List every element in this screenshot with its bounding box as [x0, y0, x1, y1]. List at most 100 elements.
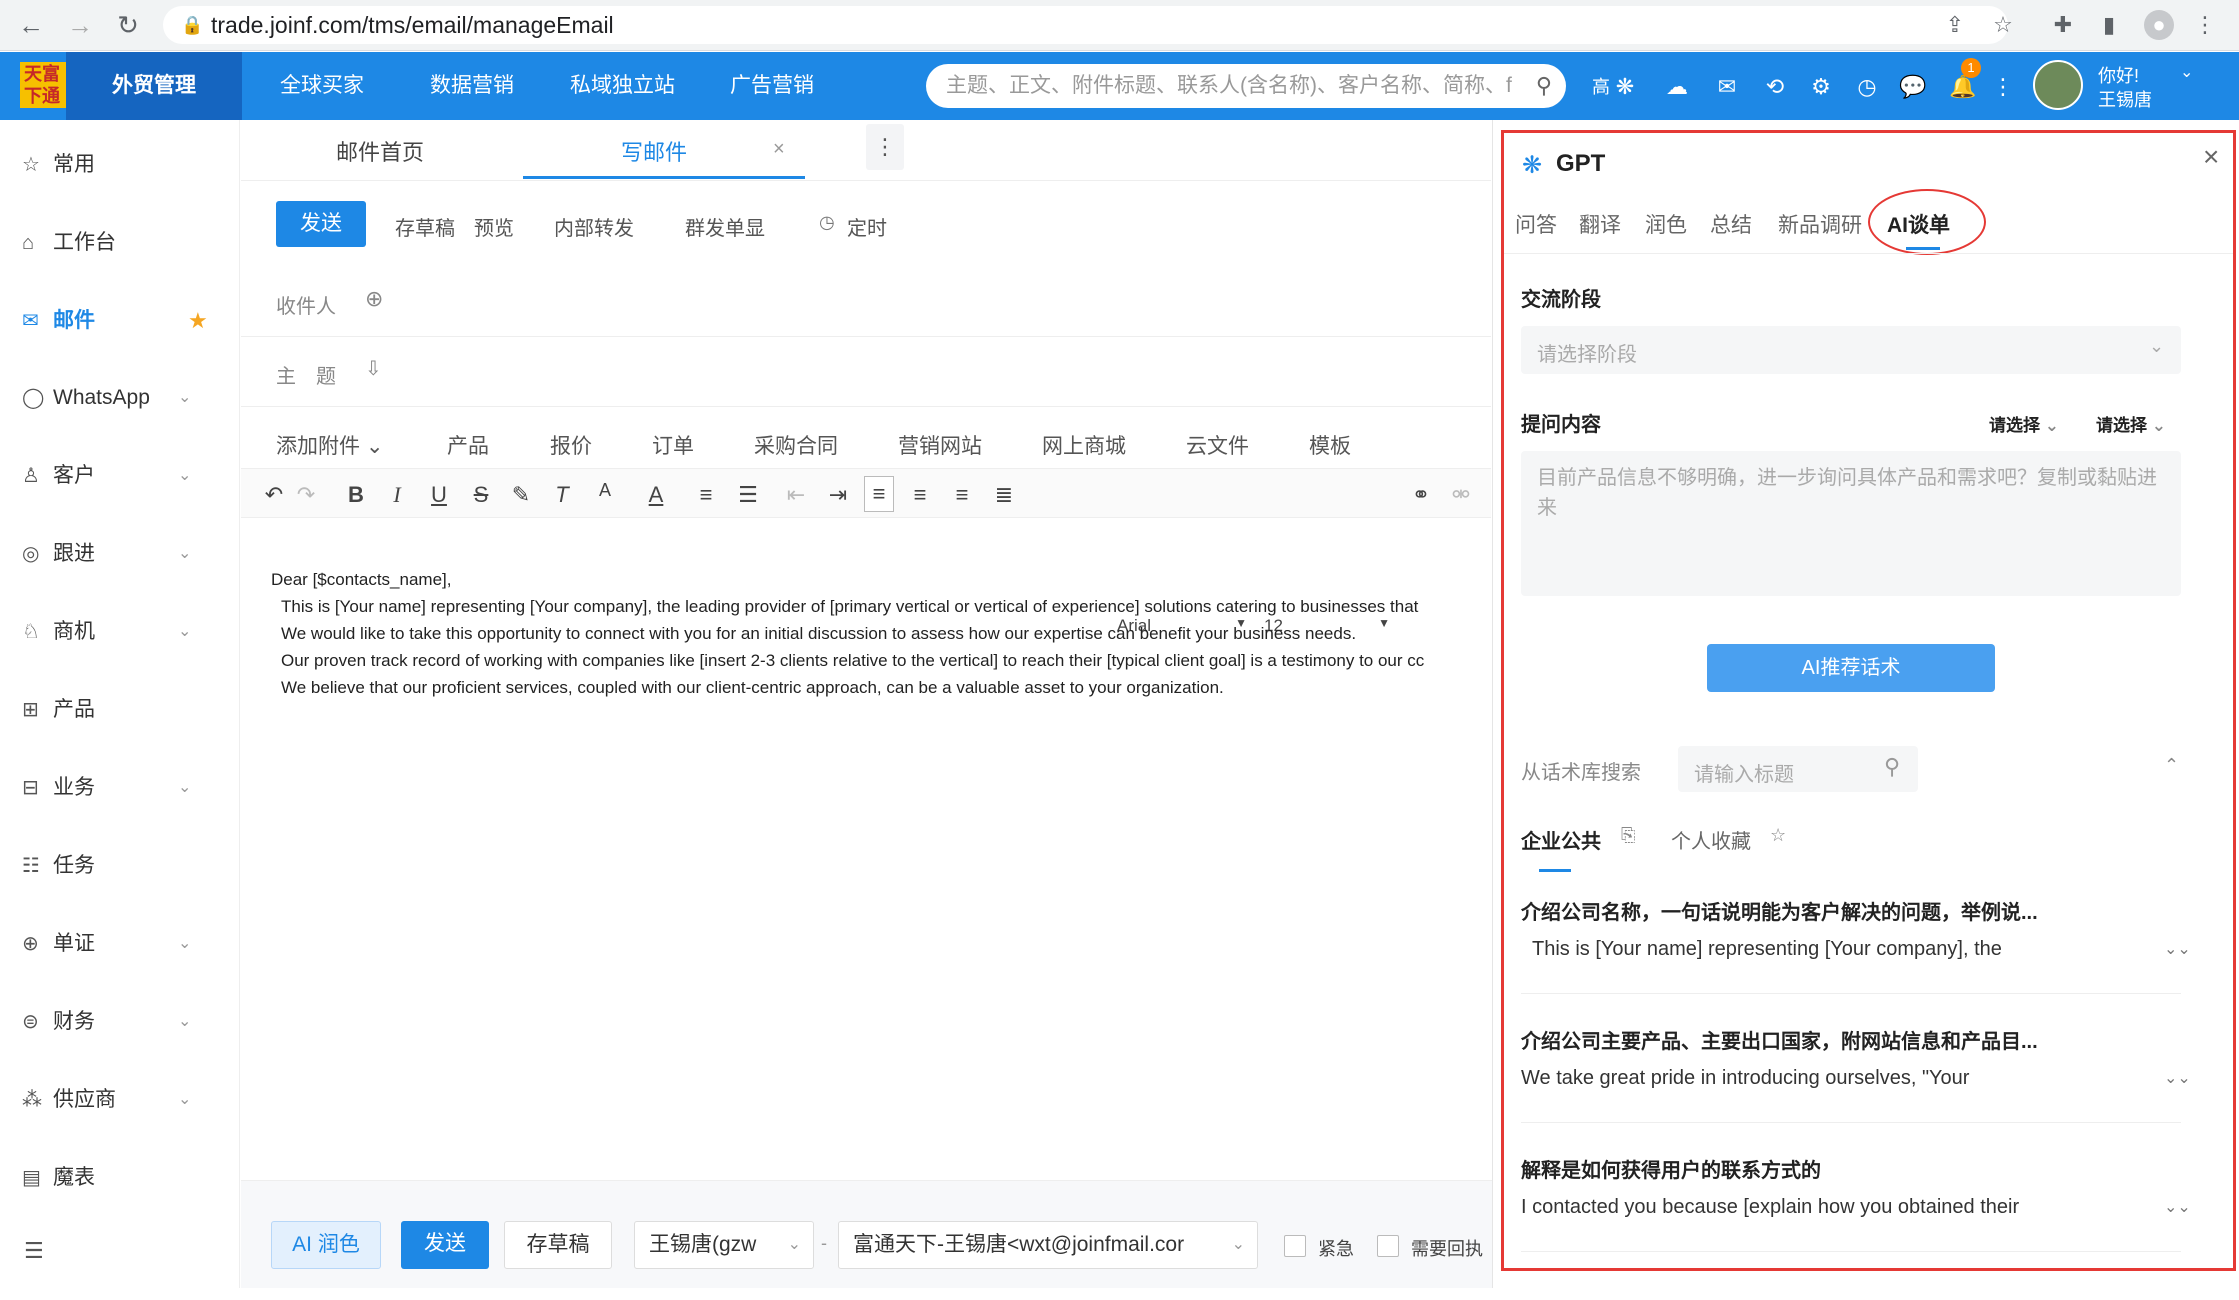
- menu-icon[interactable]: ⋮: [2190, 10, 2220, 40]
- sidebar-item-opportunity[interactable]: ♘ 商机 ⌄: [0, 612, 240, 652]
- lib-tab-personal[interactable]: 个人收藏: [1671, 825, 1751, 854]
- chevron-up-icon[interactable]: ⌃: [2164, 755, 2179, 776]
- question-textarea[interactable]: 目前产品信息不够明确，进一步询问具体产品和需求吧？复制或黏贴进来: [1521, 451, 2181, 596]
- more-icon[interactable]: ⋮: [1988, 72, 2018, 102]
- sidebar-item-finance[interactable]: ⊜ 财务 ⌄: [0, 1002, 240, 1042]
- nav-item-data-marketing[interactable]: 数据营销: [430, 52, 514, 120]
- sidebar-item-task[interactable]: ☷ 任务: [0, 846, 240, 886]
- attach-quote[interactable]: 报价: [550, 430, 592, 460]
- tab-qa[interactable]: 问答: [1515, 209, 1557, 239]
- align-center-icon[interactable]: ≡: [905, 482, 935, 508]
- redo-icon[interactable]: ↷: [291, 482, 321, 508]
- cloud-icon[interactable]: ☁: [1662, 72, 1692, 102]
- library-search-input[interactable]: 请输入标题 ⚲: [1678, 746, 1918, 792]
- attach-purchase-contract[interactable]: 采购合同: [754, 430, 838, 460]
- openai-icon[interactable]: ❋: [1610, 72, 1640, 102]
- send-button[interactable]: 发送: [401, 1221, 489, 1269]
- expand-icon[interactable]: ⌄⌄: [2164, 1068, 2191, 1088]
- sidebar-item-magic-table[interactable]: ▤ 魔表: [0, 1158, 240, 1198]
- ai-label[interactable]: 高: [1590, 72, 1612, 102]
- extensions-icon[interactable]: ✚: [2048, 10, 2078, 40]
- tab-translate[interactable]: 翻译: [1579, 209, 1621, 239]
- sidebar-item-supplier[interactable]: ⁂ 供应商 ⌄: [0, 1080, 240, 1120]
- nav-brand[interactable]: 外贸管理: [66, 52, 242, 120]
- bullet-list-icon[interactable]: ☰: [733, 482, 763, 508]
- clock-icon[interactable]: ◷: [1852, 72, 1882, 102]
- bulk-send-button[interactable]: 群发单显: [685, 212, 765, 241]
- bold-icon[interactable]: B: [341, 482, 371, 508]
- add-recipient-icon[interactable]: ⊕: [365, 286, 383, 312]
- attach-order[interactable]: 订单: [652, 430, 694, 460]
- schedule-button[interactable]: 定时: [847, 212, 887, 241]
- justify-icon[interactable]: ≣: [989, 482, 1019, 508]
- receipt-checkbox[interactable]: [1377, 1235, 1399, 1257]
- tab-polish[interactable]: 润色: [1645, 209, 1687, 239]
- refresh-icon[interactable]: ⟲: [1760, 72, 1790, 102]
- sender-select[interactable]: 王锡唐(gzw ⌄: [634, 1221, 814, 1269]
- preview-button[interactable]: 预览: [474, 212, 514, 241]
- tool-icon[interactable]: ⚙: [1806, 72, 1836, 102]
- forward-icon[interactable]: →: [65, 10, 95, 40]
- add-attachment-button[interactable]: 添加附件 ⌄: [276, 430, 383, 460]
- tab-mail-home[interactable]: 邮件首页: [336, 135, 424, 167]
- tab-new-product-research[interactable]: 新品调研: [1778, 209, 1867, 239]
- chat-icon[interactable]: 💬: [1898, 72, 1928, 102]
- send-button[interactable]: 发送: [276, 201, 366, 247]
- expand-icon[interactable]: ⌄⌄: [2164, 1197, 2191, 1217]
- sidebar-item-product[interactable]: ⊞ 产品: [0, 690, 240, 730]
- nav-item-private-site[interactable]: 私域独立站: [570, 52, 675, 120]
- close-icon[interactable]: ×: [2203, 141, 2219, 173]
- global-search-input[interactable]: 主题、正文、附件标题、联系人(含名称)、客户名称、简称、f ⚲: [926, 64, 1566, 108]
- sidebar-item-mail[interactable]: ✉ 邮件 ★: [0, 301, 240, 341]
- internal-forward-button[interactable]: 内部转发: [554, 212, 634, 241]
- question-subtype-select[interactable]: 请选择 ⌄: [2096, 411, 2166, 436]
- from-address-select[interactable]: 富通天下-王锡唐<wxt@joinfmail.cor ⌄: [838, 1221, 1258, 1269]
- tab-summary[interactable]: 总结: [1710, 209, 1752, 239]
- italic-icon[interactable]: I: [382, 482, 412, 508]
- user-name[interactable]: 王锡唐: [2098, 86, 2152, 112]
- indent-icon[interactable]: ⇥: [823, 482, 853, 508]
- lib-tab-public[interactable]: 企业公共: [1521, 825, 1601, 854]
- strikethrough-icon[interactable]: S: [466, 482, 496, 508]
- attach-marketing-site[interactable]: 营销网站: [898, 430, 982, 460]
- search-icon[interactable]: ⚲: [1536, 64, 1552, 108]
- attach-online-store[interactable]: 网上商城: [1042, 430, 1126, 460]
- outdent-icon[interactable]: ⇤: [781, 482, 811, 508]
- search-icon[interactable]: ⚲: [1884, 754, 1900, 780]
- sidebar-item-customer[interactable]: ♙ 客户 ⌄: [0, 456, 240, 496]
- sidebar-item-followup[interactable]: ◎ 跟进 ⌄: [0, 534, 240, 574]
- profile-icon[interactable]: ●: [2144, 10, 2174, 40]
- tab-compose[interactable]: 写邮件: [621, 135, 687, 167]
- nav-item-global-buyers[interactable]: 全球买家: [280, 52, 364, 120]
- underline-icon[interactable]: U: [424, 482, 454, 508]
- address-bar[interactable]: 🔒 trade.joinf.com/tms/email/manageEmail: [163, 6, 2008, 44]
- ordered-list-icon[interactable]: ≡: [691, 482, 721, 508]
- align-left-icon[interactable]: ≡: [864, 476, 894, 512]
- back-icon[interactable]: ←: [16, 10, 46, 40]
- avatar[interactable]: [2033, 60, 2083, 110]
- unlink-icon[interactable]: ⚮: [1446, 482, 1476, 508]
- align-right-icon[interactable]: ≡: [947, 482, 977, 508]
- clear-format-icon[interactable]: T: [547, 482, 577, 508]
- highlight-color-icon[interactable]: A: [641, 482, 671, 508]
- expand-icon[interactable]: ⌄⌄: [2164, 939, 2191, 959]
- save-draft-button[interactable]: 存草稿: [395, 212, 455, 241]
- save-draft-button[interactable]: 存草稿: [504, 1221, 612, 1269]
- format-painter-icon[interactable]: ✎: [506, 482, 536, 508]
- chevron-down-icon[interactable]: ⌄: [2180, 62, 2193, 82]
- stage-select[interactable]: 请选择阶段 ⌄: [1521, 326, 2181, 374]
- ai-recommend-button[interactable]: AI推荐话术: [1707, 644, 1995, 692]
- attach-product[interactable]: 产品: [447, 430, 489, 460]
- urgent-checkbox[interactable]: [1284, 1235, 1306, 1257]
- attach-template[interactable]: 模板: [1309, 430, 1351, 460]
- entry-title[interactable]: 介绍公司名称，一句话说明能为客户解决的问题，举例说...: [1521, 896, 2038, 925]
- sidebar-item-documents[interactable]: ⊕ 单证 ⌄: [0, 924, 240, 964]
- entry-title[interactable]: 解释是如何获得用户的联系方式的: [1521, 1154, 1821, 1183]
- entry-title[interactable]: 介绍公司主要产品、主要出口国家，附网站信息和产品目...: [1521, 1025, 2038, 1054]
- undo-icon[interactable]: ↶: [259, 482, 289, 508]
- ai-polish-button[interactable]: AI 润色: [271, 1221, 381, 1269]
- link-icon[interactable]: ⚭: [1406, 482, 1436, 508]
- sidepanel-icon[interactable]: ▮: [2094, 10, 2124, 40]
- sidebar-item-workbench[interactable]: ⌂ 工作台: [0, 223, 240, 263]
- reload-icon[interactable]: ↻: [113, 10, 143, 40]
